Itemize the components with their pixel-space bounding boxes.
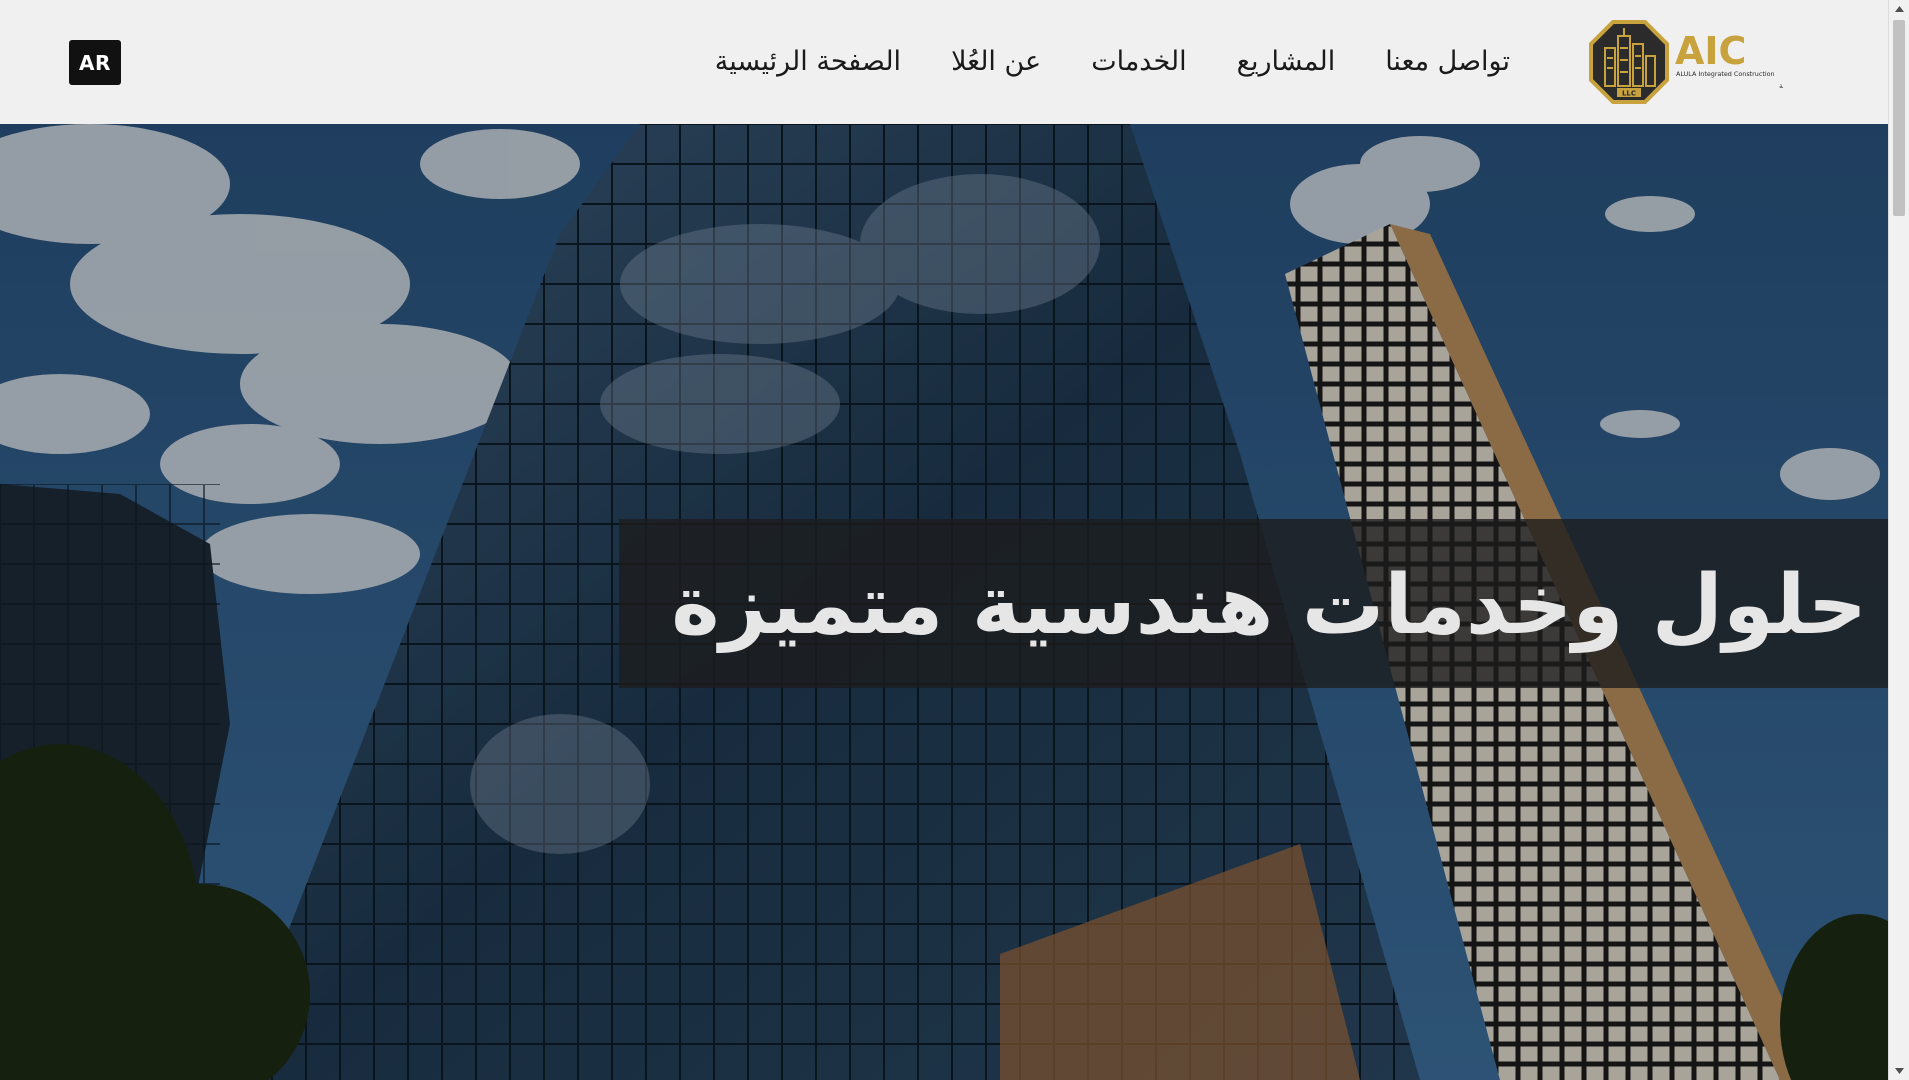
nav-home[interactable]: الصفحة الرئيسية xyxy=(715,46,901,77)
hero-title: حلول وخدمات هندسية متميزة xyxy=(671,558,1867,653)
logo-emblem-icon: LLC AIC ALULA Integrated Construction ال… xyxy=(1589,20,1850,104)
logo-arabic-text: العلا للإنشاءات المتكاملة xyxy=(1779,82,1783,90)
page-scrollbar[interactable] xyxy=(1888,0,1909,1080)
logo-subtitle-text: ALULA Integrated Construction xyxy=(1676,70,1775,78)
main-nav: الصفحة الرئيسية عن العُلا الخدمات المشار… xyxy=(715,36,1510,86)
logo-badge-text: LLC xyxy=(1622,90,1636,98)
logo-wordmark-text: AIC xyxy=(1675,29,1746,73)
language-toggle-button[interactable]: AR xyxy=(69,40,121,85)
nav-about[interactable]: عن العُلا xyxy=(951,46,1041,77)
nav-contact[interactable]: تواصل معنا xyxy=(1385,46,1510,77)
scroll-up-arrow-icon[interactable] xyxy=(1889,0,1909,18)
scrollbar-thumb[interactable] xyxy=(1893,20,1905,216)
company-logo[interactable]: LLC AIC ALULA Integrated Construction ال… xyxy=(1587,18,1850,106)
site-header: AR الصفحة الرئيسية عن العُلا الخدمات الم… xyxy=(0,0,1888,124)
nav-projects[interactable]: المشاريع xyxy=(1237,46,1336,77)
nav-services[interactable]: الخدمات xyxy=(1091,46,1186,77)
scroll-down-arrow-icon[interactable] xyxy=(1889,1062,1909,1080)
